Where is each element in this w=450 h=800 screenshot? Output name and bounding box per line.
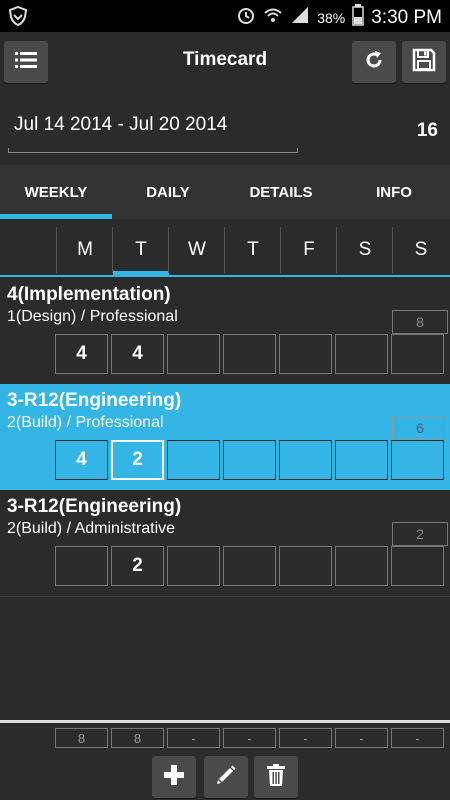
day-header-wednesday: W (168, 227, 225, 273)
hours-cell-sun[interactable] (391, 440, 444, 480)
day-header-monday: M (56, 227, 113, 273)
shield-icon (8, 5, 28, 31)
hours-cell-fri[interactable] (279, 440, 332, 480)
hours-cell-mon[interactable]: 4 (55, 334, 108, 374)
hours-cell-sat[interactable] (335, 334, 388, 374)
hours-cell-tue[interactable]: 4 (111, 334, 164, 374)
entry-total: 8 (392, 310, 448, 334)
entry-task: 1(Design) / Professional (7, 308, 178, 325)
hours-cell-tue[interactable]: 2 (111, 546, 164, 586)
hours-cell-sun[interactable] (391, 334, 444, 374)
hours-cell-mon[interactable]: 4 (55, 440, 108, 480)
delete-entry-button[interactable] (254, 756, 298, 798)
tab-info[interactable]: INFO (338, 165, 450, 219)
status-bar: 38% 3:30 PM (0, 0, 450, 32)
tab-details[interactable]: DETAILS (225, 165, 337, 219)
timecard-entry-selected[interactable]: 3-R12(Engineering) 2(Build) / Profession… (0, 384, 450, 490)
daily-total-sat: - (335, 728, 388, 748)
hours-cell-sun[interactable] (391, 546, 444, 586)
hours-cell-wed[interactable] (167, 440, 220, 480)
daily-total-wed: - (167, 728, 220, 748)
daily-total-fri: - (279, 728, 332, 748)
tab-weekly[interactable]: WEEKLY (0, 165, 112, 219)
daily-total-mon: 8 (55, 728, 108, 748)
hours-cell-fri[interactable] (279, 546, 332, 586)
entry-total: 2 (392, 522, 448, 546)
day-header-sunday: S (392, 227, 449, 273)
entry-project: 3-R12(Engineering) (7, 496, 182, 517)
daily-total-thu: - (223, 728, 276, 748)
date-range-picker[interactable]: Jul 14 2014 - Jul 20 2014 (14, 114, 227, 136)
entry-project: 3-R12(Engineering) (7, 390, 182, 411)
day-header-friday: F (280, 227, 337, 273)
hours-cell-mon[interactable] (55, 546, 108, 586)
clock-time: 3:30 PM (371, 6, 442, 28)
entry-task: 2(Build) / Administrative (7, 520, 176, 537)
signal-icon (290, 5, 310, 30)
hours-cell-wed[interactable] (167, 546, 220, 586)
tab-bar: WEEKLY DAILY DETAILS INFO (0, 165, 450, 219)
timecard-entry[interactable]: 4(Implementation) 1(Design) / Profession… (0, 278, 450, 384)
hours-cell-thu[interactable] (223, 440, 276, 480)
daily-total-sun: - (391, 728, 444, 748)
delete-icon (266, 763, 286, 791)
timecard-entry[interactable]: 3-R12(Engineering) 2(Build) / Administra… (0, 490, 450, 596)
battery-percent: 38% (317, 9, 346, 26)
save-icon (412, 48, 436, 77)
alarm-icon (236, 5, 256, 30)
edit-icon (215, 764, 237, 791)
refresh-icon (363, 49, 385, 76)
tab-daily[interactable]: DAILY (112, 165, 224, 219)
save-button[interactable] (402, 41, 446, 83)
entry-task: 2(Build) / Professional (7, 414, 164, 431)
hours-cell-thu[interactable] (223, 546, 276, 586)
header: Timecard (0, 32, 450, 92)
date-range-row: Jul 14 2014 - Jul 20 2014 16 (0, 100, 450, 160)
daily-total-tue: 8 (111, 728, 164, 748)
footer-divider (0, 720, 450, 723)
hours-cell-thu[interactable] (223, 334, 276, 374)
battery-icon (352, 4, 364, 31)
hours-cell-wed[interactable] (167, 334, 220, 374)
date-range-underline (8, 148, 298, 153)
day-header-thursday: T (224, 227, 281, 273)
entry-total: 6 (392, 416, 448, 440)
wifi-icon (263, 5, 283, 30)
hours-cell-tue[interactable]: 2 (111, 440, 164, 480)
hours-cell-sat[interactable] (335, 546, 388, 586)
entry-project: 4(Implementation) (7, 284, 171, 305)
hours-cell-sat[interactable] (335, 440, 388, 480)
edit-entry-button[interactable] (204, 756, 248, 798)
add-icon (163, 764, 185, 791)
add-entry-button[interactable] (152, 756, 196, 798)
refresh-button[interactable] (352, 41, 396, 83)
total-hours: 16 (416, 120, 438, 141)
day-header-tuesday[interactable]: T (112, 227, 169, 275)
hours-cell-fri[interactable] (279, 334, 332, 374)
day-header-saturday: S (336, 227, 393, 273)
weekday-header: M T W T F S S (0, 227, 450, 277)
divider (0, 596, 450, 597)
